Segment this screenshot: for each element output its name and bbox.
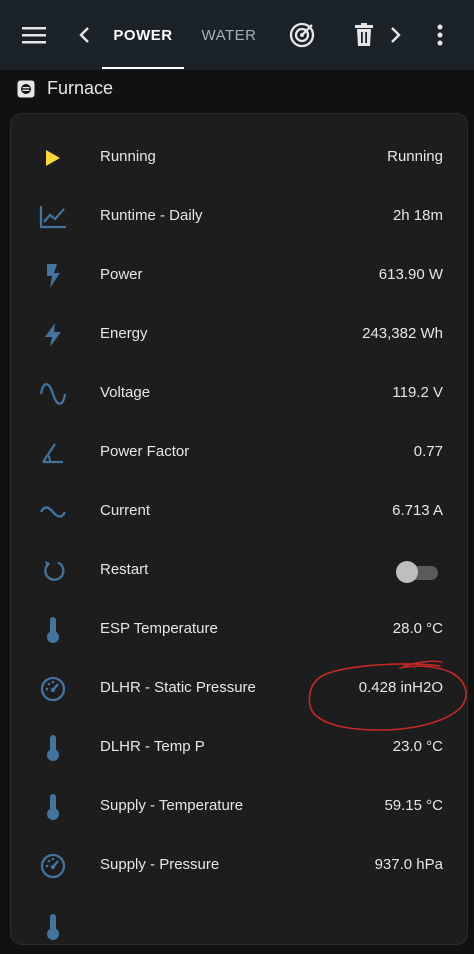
entity-row-running[interactable]: Running Running [10,128,466,187]
entity-label: DLHR - Static Pressure [100,679,256,696]
lightning-icon [38,321,68,349]
entity-row-supply-pressure[interactable]: Supply - Pressure 937.0 hPa [10,836,466,895]
entity-value: 23.0 °C [392,738,443,755]
menu-icon[interactable] [18,22,50,48]
entity-label: Power Factor [100,443,190,460]
sine-wave-icon [38,380,68,408]
entity-row-runtime-daily[interactable]: Runtime - Daily 2h 18m [10,187,466,246]
current-ac-icon [38,498,68,526]
thermometer-icon [38,793,68,821]
entity-row-esp-temperature[interactable]: ESP Temperature 28.0 °C [10,600,466,659]
tab-water-label: WATER [201,26,257,44]
trash-icon[interactable] [350,21,378,49]
chart-line-icon [38,203,68,231]
thermometer-icon [38,616,68,644]
thermometer-icon [38,734,68,762]
section-header: Furnace [0,70,474,106]
entity-value: 59.15 °C [384,797,443,814]
entity-value: 119.2 V [392,384,443,401]
entity-value: 243,382 Wh [362,325,443,342]
entity-value: 0.77 [413,443,443,460]
entity-label: DLHR - Temp P [100,738,205,755]
entity-row-supply-temperature[interactable]: Supply - Temperature 59.15 °C [10,777,466,836]
chevron-left-icon[interactable] [70,22,98,48]
entity-row-power-factor[interactable]: Power Factor 0.77 [10,423,466,482]
entity-label: Supply - Pressure [100,856,220,873]
tab-power-label: POWER [113,26,173,44]
entity-label: Power [100,266,143,283]
entity-row-current[interactable]: Current 6.713 A [10,482,466,541]
restart-icon [38,557,68,585]
tab-water[interactable]: WATER [190,0,268,70]
entity-row-partial[interactable] [10,895,466,954]
entity-label: Runtime - Daily [100,207,203,224]
entity-label: Voltage [100,384,151,401]
entity-value: 937.0 hPa [374,856,443,873]
entity-value: 6.713 A [392,502,443,519]
entity-row-restart[interactable]: Restart [10,541,466,600]
gauge-icon [38,852,68,880]
entity-label: ESP Temperature [100,620,218,637]
flash-icon [38,262,68,290]
top-app-bar: POWER WATER [0,0,474,70]
entity-label: Supply - Temperature [100,797,244,814]
entity-label: Restart [100,561,149,578]
entity-value: Running [387,148,443,165]
radar-icon[interactable] [287,20,317,50]
furnace-icon [17,80,35,98]
entity-row-dlhr-temp-p[interactable]: DLHR - Temp P 23.0 °C [10,718,466,777]
entity-label: Current [100,502,151,519]
tab-power[interactable]: POWER [102,0,184,70]
toggle-knob [396,561,418,583]
entity-value: 28.0 °C [392,620,443,637]
entity-value: 2h 18m [392,207,443,224]
gauge-icon [38,675,68,703]
section-title: Furnace [47,78,114,98]
chevron-right-icon[interactable] [382,22,410,48]
entity-label: Running [100,148,156,165]
active-tab-indicator [102,67,184,69]
play-icon [38,144,68,172]
more-vertical-icon[interactable] [426,22,454,48]
entity-label: Energy [100,325,148,342]
thermometer-icon [38,913,68,941]
restart-toggle[interactable] [396,561,438,583]
angle-icon [38,439,68,467]
entity-value: 613.90 W [378,266,443,283]
entity-row-voltage[interactable]: Voltage 119.2 V [10,364,466,423]
entity-row-power[interactable]: Power 613.90 W [10,246,466,305]
entity-row-energy[interactable]: Energy 243,382 Wh [10,305,466,364]
